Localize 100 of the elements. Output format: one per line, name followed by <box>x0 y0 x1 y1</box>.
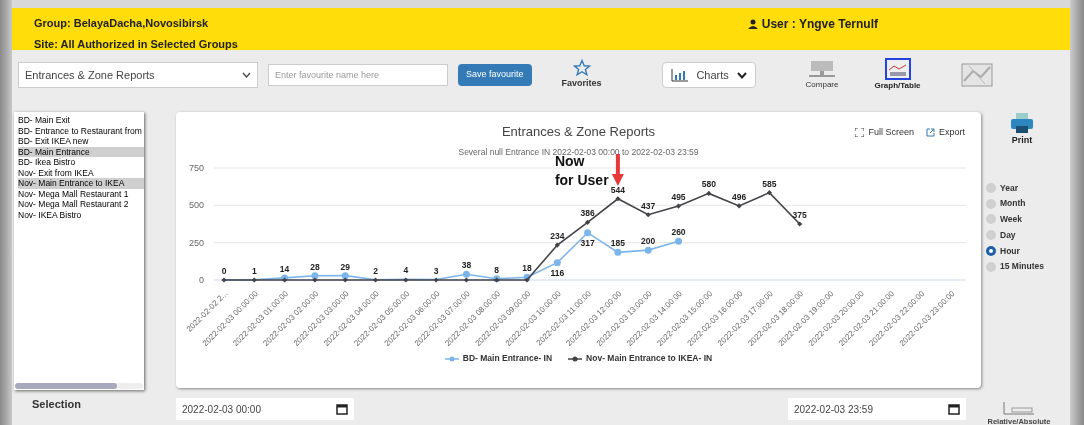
site-label: Site: All Authorized in Selected Groups <box>34 36 238 52</box>
circle-marker <box>644 246 652 254</box>
arrow-icon <box>611 154 624 187</box>
report-select[interactable]: Entrances & Zone Reports <box>18 62 258 88</box>
data-label: 437 <box>641 201 656 211</box>
data-label: 185 <box>610 238 625 249</box>
favourite-name-field[interactable]: Enter favourite name here <box>268 64 448 86</box>
bar-chart-icon <box>670 68 689 82</box>
compare-icon <box>807 59 838 79</box>
zone-list-item[interactable]: Nov- Exit from IKEA <box>18 167 144 178</box>
export-icon <box>926 128 935 138</box>
data-label: 8 <box>494 265 500 276</box>
data-label: 234 <box>550 231 565 242</box>
data-label: 3 <box>433 265 439 276</box>
zone-list-item[interactable]: BD- Main Exit <box>18 115 144 126</box>
zone-list-item[interactable]: BD- Main Entrance <box>18 146 144 157</box>
data-label: 580 <box>701 179 716 190</box>
save-favourite-button[interactable]: Save favourite <box>458 64 532 86</box>
diamond-marker <box>251 277 257 283</box>
diamond-marker <box>524 277 530 283</box>
diamond-marker <box>736 203 742 209</box>
zone-list-item[interactable]: BD- Ikea Bistro <box>18 157 144 168</box>
legend-item[interactable]: BD- Main Entrance- IN <box>444 352 553 365</box>
diamond-marker <box>675 203 682 209</box>
calendar-icon[interactable] <box>948 403 960 415</box>
diamond-marker <box>312 277 318 283</box>
diamond-marker <box>585 220 591 226</box>
interval-radio[interactable]: Year <box>986 181 1052 195</box>
zone-list-item[interactable]: Nov- Main Entrance to IKEA <box>18 178 144 189</box>
legend-marker-icon <box>444 355 459 362</box>
diamond-marker <box>433 277 439 283</box>
data-label: 18 <box>522 263 532 274</box>
interval-radio[interactable]: Month <box>986 197 1052 210</box>
diamond-marker <box>797 221 803 227</box>
circle-marker <box>341 272 349 280</box>
full-screen-button[interactable]: Full Screen <box>855 126 914 140</box>
zone-list-item[interactable]: Nov- Mega Mall Restaurant 1 <box>18 188 144 199</box>
data-label: 375 <box>792 210 807 221</box>
interval-radio[interactable]: 15 Minutes <box>986 260 1052 273</box>
calendar-icon[interactable] <box>336 403 348 415</box>
y-tick-label: 0 <box>199 275 204 286</box>
data-label: 1 <box>251 266 257 277</box>
data-label: 585 <box>762 178 777 189</box>
data-label: 4 <box>403 265 409 276</box>
user-label: User : Yngve Ternulf <box>761 16 878 33</box>
expand-icon <box>855 128 865 138</box>
chevron-down-icon <box>242 72 251 78</box>
print-button[interactable]: Print <box>1010 112 1034 148</box>
star-icon <box>572 59 591 78</box>
printer-icon <box>1010 112 1034 134</box>
diamond-marker <box>554 242 560 248</box>
group-label: Group: BelayaDacha,Novosibirsk <box>34 16 210 31</box>
data-label: 544 <box>610 185 625 195</box>
data-label: 29 <box>340 261 350 272</box>
zone-list-item[interactable]: BD- Exit IKEA new <box>18 136 144 147</box>
circle-marker <box>675 237 682 245</box>
user-icon <box>747 19 758 29</box>
data-label: 2 <box>373 265 378 276</box>
data-label: 200 <box>641 236 656 247</box>
diamond-marker <box>463 277 469 283</box>
interval-radio[interactable]: Week <box>986 213 1052 226</box>
zone-list-item[interactable]: BD- Entrance to Restaurant from <box>18 125 144 136</box>
date-to-field[interactable]: 2022-02-03 23:59 <box>788 398 966 420</box>
interval-radio[interactable]: Day <box>986 228 1052 242</box>
diamond-marker <box>615 196 621 202</box>
diamond-marker <box>342 277 348 283</box>
graph-table-icon <box>884 58 911 80</box>
circle-marker <box>311 272 319 280</box>
interval-radio[interactable]: Hour <box>986 244 1052 258</box>
data-label: 317 <box>580 237 595 248</box>
date-from-field[interactable]: 2022-02-03 00:00 <box>176 398 354 420</box>
zone-list-item[interactable]: Nov- IKEA Bistro <box>18 209 144 220</box>
data-label: 116 <box>550 267 565 278</box>
diamond-marker <box>766 190 772 196</box>
zone-list-item[interactable]: Nov- Mega Mall Restaurant 2 <box>18 199 144 210</box>
y-tick-label: 750 <box>188 163 204 174</box>
diamond-marker <box>282 277 288 283</box>
data-label: 496 <box>732 192 747 203</box>
diamond-marker <box>221 277 227 283</box>
selection-label: Selection <box>32 397 82 412</box>
circle-marker <box>462 271 470 279</box>
legend-item[interactable]: Nov- Main Entrance to IKEA- IN <box>568 352 713 365</box>
chart-title: Entrances & Zone Reports <box>501 123 656 141</box>
y-tick-label: 250 <box>188 237 204 248</box>
charts-dropdown[interactable]: Charts <box>661 62 756 88</box>
scale-icon <box>1002 399 1036 416</box>
diamond-marker <box>706 191 712 197</box>
scrollbar[interactable] <box>15 383 143 389</box>
circle-marker <box>584 229 592 237</box>
data-label: 14 <box>279 264 290 275</box>
circle-marker <box>553 259 561 267</box>
data-label: 260 <box>671 227 686 238</box>
data-label: 0 <box>221 266 227 277</box>
data-label: 28 <box>310 262 320 273</box>
data-label: 386 <box>580 208 595 219</box>
diamond-marker <box>372 277 379 283</box>
compare-button[interactable]: Compare <box>805 59 839 91</box>
export-button[interactable]: Export <box>926 126 965 140</box>
favorites-button[interactable]: Favorites <box>561 59 602 91</box>
graph-table-button[interactable]: Graph/Table <box>874 58 921 92</box>
